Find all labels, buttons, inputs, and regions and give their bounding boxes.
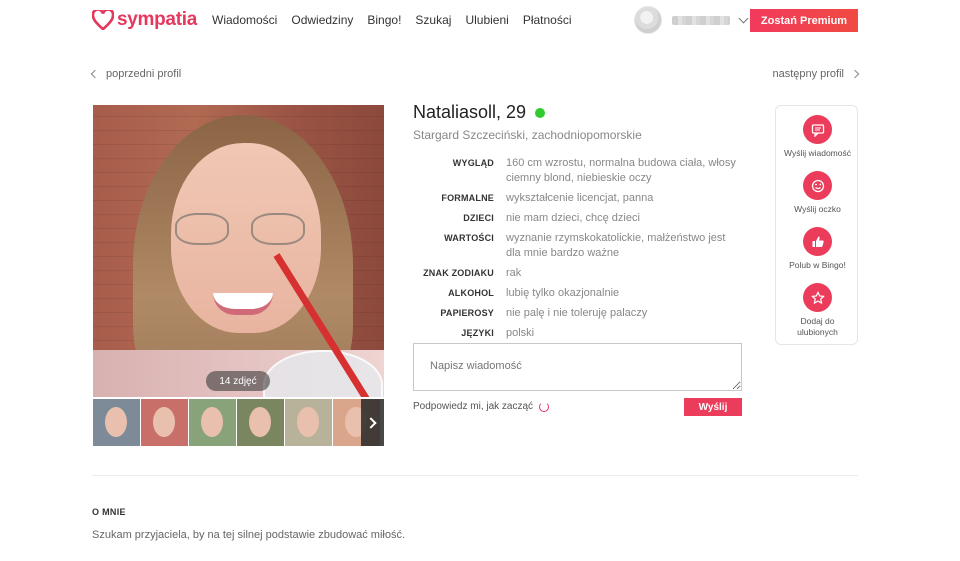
attribute-label: ALKOHOL: [448, 288, 494, 298]
previous-profile-label: poprzedni profil: [106, 68, 182, 80]
logo-text: sympatia: [117, 9, 197, 30]
attribute-label: FORMALNE: [441, 193, 494, 203]
attribute-label: WYGLĄD: [452, 158, 494, 168]
thumbnails-next-button[interactable]: [361, 399, 384, 446]
main-profile-photo[interactable]: [93, 105, 384, 397]
attribute-value: wyznanie rzymskokatolickie, małżeństwo j…: [506, 232, 726, 259]
profile-name: Nataliasoll, 29: [413, 102, 527, 122]
user-menu[interactable]: [634, 6, 749, 34]
message-hint-link[interactable]: Podpowiedz mi, jak zacząć: [413, 401, 550, 412]
send-button[interactable]: Wyślij: [684, 398, 742, 416]
attribute-row: WYGLĄD 160 cm wzrostu, normalna budowa c…: [413, 156, 743, 186]
photo-thumbnail[interactable]: [189, 399, 236, 446]
photo-thumbnails: [93, 399, 384, 446]
profile-attributes: WYGLĄD 160 cm wzrostu, normalna budowa c…: [413, 156, 743, 346]
attribute-label: ZNAK ZODIAKU: [423, 268, 494, 278]
next-profile-link[interactable]: następny profil: [772, 68, 860, 80]
send-wink-action[interactable]: Wyślij oczko: [776, 171, 859, 215]
attribute-row: ALKOHOL lubię tylko okazjonalnie: [413, 286, 743, 301]
heart-logo-icon: [92, 10, 114, 30]
nav-item-bingo[interactable]: Bingo!: [367, 13, 401, 27]
photo-count-badge[interactable]: 14 zdjęć: [206, 371, 270, 391]
attribute-row: DZIECI nie mam dzieci, chcę dzieci: [413, 211, 743, 226]
send-message-action[interactable]: Wyślij wiadomość: [776, 115, 859, 159]
nav-item-ulubieni[interactable]: Ulubieni: [465, 13, 508, 27]
attribute-value: nie mam dzieci, chcę dzieci: [506, 212, 640, 224]
nav-item-szukaj[interactable]: Szukaj: [415, 13, 451, 27]
action-label: Wyślij oczko: [794, 204, 841, 214]
attribute-value: polski: [506, 327, 535, 339]
photo-thumbnail[interactable]: [141, 399, 188, 446]
attribute-label: DZIECI: [463, 213, 494, 223]
message-hint-label: Podpowiedz mi, jak zacząć: [413, 401, 534, 412]
attribute-value: wykształcenie licencjat, panna: [506, 192, 654, 204]
message-input[interactable]: [413, 343, 742, 391]
premium-button[interactable]: Zostań Premium: [750, 9, 858, 32]
attribute-label: PAPIEROSY: [440, 308, 494, 318]
logo[interactable]: sympatia: [92, 9, 197, 31]
nav-item-wiadomosci[interactable]: Wiadomości: [212, 13, 277, 27]
blurred-username: [672, 15, 730, 25]
attribute-row: PAPIEROSY nie palę i nie toleruję palacz…: [413, 306, 743, 321]
photo-thumbnail[interactable]: [237, 399, 284, 446]
attribute-value: rak: [506, 267, 522, 279]
refresh-icon: [539, 401, 550, 412]
attribute-row: WARTOŚCI wyznanie rzymskokatolickie, mał…: [413, 231, 743, 261]
thumbs-up-icon: [803, 227, 832, 256]
attribute-row: ZNAK ZODIAKU rak: [413, 266, 743, 281]
attribute-row: JĘZYKI polski: [413, 326, 743, 341]
profile-location: Stargard Szczeciński, zachodniopomorskie: [413, 128, 642, 142]
avatar[interactable]: [634, 6, 662, 34]
message-icon: [803, 115, 832, 144]
attribute-value: lubię tylko okazjonalnie: [506, 287, 620, 299]
next-profile-label: następny profil: [772, 68, 844, 80]
action-label: Polub w Bingo!: [789, 260, 846, 270]
action-label: Dodaj do ulubionych: [797, 316, 838, 337]
actions-panel: Wyślij wiadomość Wyślij oczko Polub w Bi…: [775, 105, 858, 345]
photo-thumbnail[interactable]: [285, 399, 332, 446]
about-title: O MNIE: [92, 507, 126, 517]
attribute-value: nie palę i nie toleruję palaczy: [506, 307, 648, 319]
attribute-label: WARTOŚCI: [444, 233, 494, 243]
online-status-icon: [535, 107, 546, 118]
attribute-row: FORMALNE wykształcenie licencjat, panna: [413, 191, 743, 206]
main-nav: Wiadomości Odwiedziny Bingo! Szukaj Ulub…: [212, 13, 586, 27]
previous-profile-link[interactable]: poprzedni profil: [90, 68, 182, 80]
chevron-left-icon: [90, 69, 100, 79]
chevron-right-icon: [850, 69, 860, 79]
about-text: Szukam przyjaciela, by na tej silnej pod…: [92, 529, 406, 541]
attribute-label: JĘZYKI: [461, 328, 494, 338]
add-favorite-action[interactable]: Dodaj do ulubionych: [776, 283, 859, 338]
section-divider: [92, 475, 858, 476]
photo-glasses: [175, 213, 305, 247]
nav-item-platnosci[interactable]: Płatności: [523, 13, 572, 27]
star-icon: [803, 283, 832, 312]
chevron-down-icon[interactable]: [738, 13, 749, 23]
wink-icon: [803, 171, 832, 200]
profile-name-row: Nataliasoll, 29: [413, 102, 546, 123]
top-bar: sympatia Wiadomości Odwiedziny Bingo! Sz…: [0, 0, 960, 42]
like-bingo-action[interactable]: Polub w Bingo!: [776, 227, 859, 271]
nav-item-odwiedziny[interactable]: Odwiedziny: [291, 13, 353, 27]
photo-thumbnail[interactable]: [93, 399, 140, 446]
attribute-value: 160 cm wzrostu, normalna budowa ciała, w…: [506, 157, 736, 184]
chevron-right-icon: [365, 416, 377, 429]
action-label: Wyślij wiadomość: [784, 148, 851, 158]
